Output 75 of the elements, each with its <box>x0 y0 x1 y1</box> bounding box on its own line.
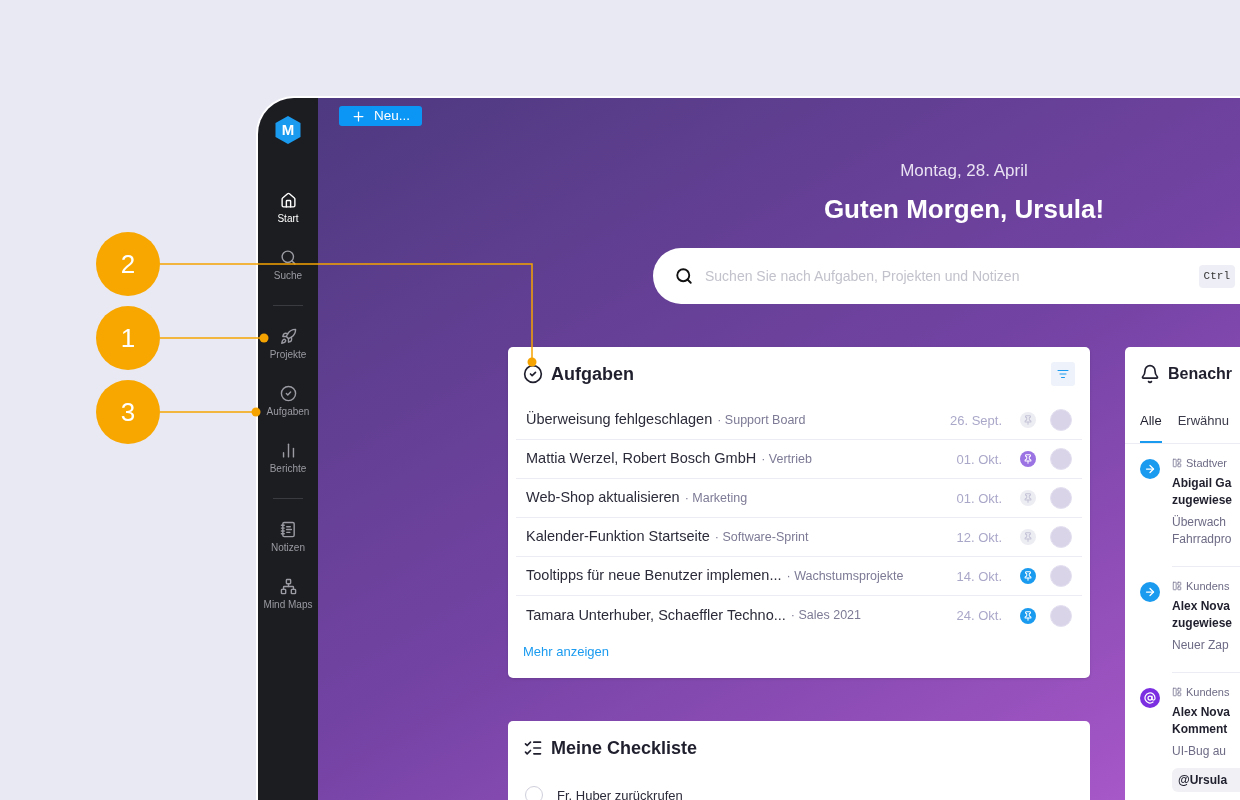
tab[interactable]: Alle <box>1140 401 1162 443</box>
nav-item[interactable]: Berichte <box>258 430 318 487</box>
notification-text: UI-Bug au <box>1172 742 1228 760</box>
task-title[interactable]: Überweisung fehlgeschlagen <box>526 409 713 432</box>
task-title[interactable]: Tooltipps für neue Benutzer implemen... <box>526 565 782 588</box>
card-title: Meine Checkliste <box>551 736 698 760</box>
task-project: · Wachstumsprojekte <box>786 567 904 585</box>
notification-text: Überwach <box>1172 513 1228 531</box>
date-text: Montag, 28. April <box>900 160 1028 183</box>
nav-item[interactable]: Suche <box>258 237 318 294</box>
checklist-item: Fr. Huber zurückrufen <box>557 786 683 800</box>
bell-icon <box>1140 364 1160 385</box>
task-date: 14. Okt. <box>956 567 1002 586</box>
avatar <box>1050 604 1072 627</box>
task-project: · Marketing <box>684 489 748 507</box>
filter-icon <box>1057 368 1069 381</box>
task-title[interactable]: Kalender-Funktion Startseite <box>526 526 710 549</box>
task-date: 26. Sept. <box>949 411 1002 430</box>
notification-title: Komment <box>1172 720 1229 738</box>
search-bar[interactable]: Suchen Sie nach Aufgaben, Projekten und Notizen Ctrl <box>653 248 1240 305</box>
card-title: Benachr <box>1168 364 1233 385</box>
card-title: Aufgaben <box>551 362 634 386</box>
task-date: 12. Okt. <box>956 528 1002 547</box>
nav-item[interactable]: Projekte <box>258 316 318 373</box>
search-icon <box>675 267 693 286</box>
shortcut-key: Ctrl <box>1198 265 1235 288</box>
note-icon <box>279 521 297 538</box>
avatar <box>1050 487 1072 510</box>
notification-title: Abigail Ga <box>1172 474 1233 492</box>
at-sign-icon <box>1140 687 1160 708</box>
search-field[interactable]: Suchen Sie nach Aufgaben, Projekten und Notizen <box>705 265 1187 287</box>
notification-title: Alex Nova <box>1172 597 1232 615</box>
callout-number: 3 <box>96 380 160 444</box>
greeting-heading: Guten Morgen, Ursula! <box>823 193 1105 227</box>
check-circle-icon <box>279 385 297 402</box>
avatar <box>1050 565 1072 588</box>
board-icon <box>1172 580 1182 591</box>
avatar <box>1050 526 1072 549</box>
task-project: · Software-Sprint <box>714 528 809 546</box>
task-title[interactable]: Mattia Werzel, Robert Bosch GmbH <box>526 448 757 471</box>
nav-item[interactable]: Notizen <box>258 509 318 566</box>
task-title[interactable]: Tamara Unterhuber, Schaeffler Techno... <box>526 604 786 627</box>
task-project: · Vertrieb <box>761 450 812 468</box>
notification-text: Neuer Zap <box>1172 636 1230 654</box>
avatar <box>1050 448 1072 471</box>
tab[interactable]: Erwähnu <box>1177 401 1229 443</box>
callout-number: 2 <box>96 232 160 296</box>
comment-quote: @Ursula <box>1172 767 1240 792</box>
search-icon <box>279 249 297 266</box>
task-project: · Sales 2021 <box>790 607 861 625</box>
notification-title: zugewiese <box>1172 614 1234 632</box>
notification-project: Stadtver <box>1186 455 1227 470</box>
node-graph-icon <box>279 578 297 595</box>
board-icon <box>1172 686 1182 697</box>
notification-text: Fahrradpro <box>1172 530 1233 548</box>
callout-number: 1 <box>96 306 160 370</box>
task-date: 01. Okt. <box>956 450 1002 469</box>
nav-item[interactable]: Aufgaben <box>258 373 318 430</box>
home-icon <box>279 192 297 209</box>
nav-item[interactable]: Mind Maps <box>258 566 318 623</box>
task-date: 24. Okt. <box>956 607 1002 625</box>
task-title[interactable]: Web-Shop aktualisieren <box>526 487 680 510</box>
plus-icon <box>351 108 366 124</box>
notification-title: zugewiese <box>1172 491 1234 509</box>
avatar <box>1050 409 1072 432</box>
notification-title: Alex Nova <box>1172 703 1232 721</box>
filter-button[interactable] <box>1051 362 1075 387</box>
notification-project: Kundens <box>1186 578 1230 593</box>
rocket-icon <box>279 328 297 345</box>
task-date: 01. Okt. <box>956 489 1002 508</box>
task-project: · Support Board <box>717 411 806 429</box>
notification-project: Kundens <box>1186 684 1230 699</box>
nav-item[interactable]: Start <box>258 180 318 237</box>
board-icon <box>1172 457 1182 468</box>
check-circle-icon <box>523 364 543 385</box>
